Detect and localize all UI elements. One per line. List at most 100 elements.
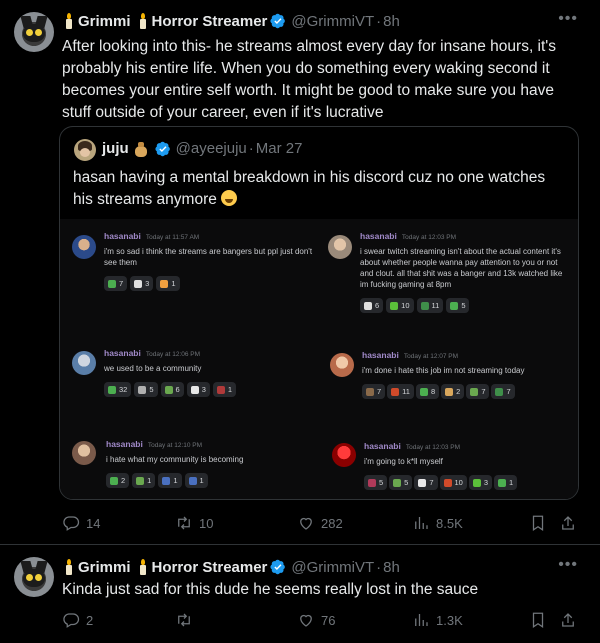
message-text: we used to be a community xyxy=(104,364,202,373)
timestamp: Today at 12:07 PM xyxy=(403,353,459,360)
reaction: 11 xyxy=(416,298,444,313)
quote-avatar[interactable] xyxy=(74,139,96,161)
reaction: 11 xyxy=(387,384,414,399)
more-icon[interactable]: ••• xyxy=(558,10,578,28)
display-name-suffix[interactable]: Horror Streamer xyxy=(152,13,268,30)
message-text: i'm done i hate this job im not streamin… xyxy=(362,366,525,375)
handle[interactable]: @GrimmiVT xyxy=(291,13,374,30)
avatar[interactable] xyxy=(14,557,54,597)
reaction: 2 xyxy=(106,473,130,488)
views-button[interactable]: 1.3K xyxy=(412,611,463,629)
retweet-count: 10 xyxy=(199,515,214,531)
share-icon xyxy=(562,613,574,627)
discord-message: hasanabi Today at 12:03 PM i swear twitch… xyxy=(360,231,572,313)
more-icon[interactable]: ••• xyxy=(558,556,578,574)
timestamp[interactable]: 8h xyxy=(383,13,400,30)
discord-message: hasanabi Today at 11:57 AM i'm so sad i t… xyxy=(104,231,319,291)
separator: · xyxy=(376,12,382,30)
view-count: 8.5K xyxy=(436,515,463,531)
reaction: 2 xyxy=(441,384,465,399)
avatar[interactable] xyxy=(14,12,54,52)
like-count: 76 xyxy=(321,612,336,628)
quote-handle[interactable]: @ayeejuju xyxy=(176,140,247,157)
username: hasanabi xyxy=(360,231,397,241)
quote-timestamp[interactable]: Mar 27 xyxy=(256,140,303,157)
avatar xyxy=(328,235,352,259)
reaction: 3 xyxy=(186,382,210,397)
username: hasanabi xyxy=(104,231,141,241)
candle-icon xyxy=(138,559,148,575)
candle-icon xyxy=(64,13,74,29)
timestamp: Today at 12:03 PM xyxy=(405,444,461,451)
reaction: 8 xyxy=(415,384,440,399)
reply-button[interactable]: 2 xyxy=(62,611,93,629)
reactions: 6 10 11 5 xyxy=(360,298,572,313)
reaction: 6 xyxy=(360,298,384,313)
quote-header: juju @ayeejuju · Mar 27 xyxy=(102,140,302,157)
message-text: i swear twitch streaming isn't about the… xyxy=(360,247,563,289)
like-button[interactable]: 76 xyxy=(297,611,335,629)
display-name[interactable]: Grimmi xyxy=(78,13,131,30)
verified-icon xyxy=(155,141,170,156)
retweet-button[interactable]: 10 xyxy=(175,514,213,532)
message-text: i hate what my community is becoming xyxy=(106,455,244,464)
reactions: 7 11 8 2 7 7 xyxy=(362,384,574,399)
bookmark-button[interactable] xyxy=(529,514,547,532)
discord-message: hasanabi Today at 12:06 PM we used to be … xyxy=(104,348,319,397)
timestamp: Today at 12:10 PM xyxy=(147,442,203,449)
quote-text: hasan having a mental breakdown in his d… xyxy=(73,167,568,211)
timestamp: Today at 11:57 AM xyxy=(145,234,200,241)
bookmark-icon xyxy=(532,515,544,531)
verified-icon xyxy=(270,559,286,575)
tweet-1[interactable]: Grimmi Horror Streamer @GrimmiVT · 8h ••… xyxy=(0,0,600,545)
reaction: 3 xyxy=(130,276,154,291)
reaction: 7 xyxy=(104,276,128,291)
reaction: 1 xyxy=(132,473,156,488)
tweet-2[interactable]: Grimmi Horror Streamer @GrimmiVT · 8h ••… xyxy=(0,545,600,643)
handle[interactable]: @GrimmiVT xyxy=(291,559,374,576)
avatar xyxy=(330,353,354,377)
retweet-button[interactable] xyxy=(175,611,199,629)
reaction: 1 xyxy=(156,276,180,291)
discord-screenshot[interactable]: hasanabi Today at 11:57 AM i'm so sad i t… xyxy=(60,219,578,499)
money-bag-icon xyxy=(133,141,149,157)
verified-icon xyxy=(270,13,286,29)
avatar xyxy=(72,441,96,465)
bookmark-button[interactable] xyxy=(529,611,547,629)
candle-icon xyxy=(138,13,148,29)
reaction: 1 xyxy=(158,473,182,488)
retweet-icon xyxy=(178,613,190,627)
like-icon xyxy=(300,614,312,627)
like-button[interactable]: 282 xyxy=(297,514,343,532)
quoted-tweet[interactable]: juju @ayeejuju · Mar 27 hasan having a m… xyxy=(59,126,579,500)
share-button[interactable] xyxy=(559,611,577,629)
views-button[interactable]: 8.5K xyxy=(412,514,463,532)
reply-icon xyxy=(63,613,80,628)
username: hasanabi xyxy=(104,348,141,358)
discord-message: hasanabi Today at 12:10 PM i hate what my… xyxy=(106,439,318,488)
reply-count: 2 xyxy=(86,612,94,628)
reply-button[interactable]: 14 xyxy=(62,514,100,532)
reaction: 5 xyxy=(364,475,388,490)
reactions: 2 1 1 1 xyxy=(106,473,318,488)
reaction: 6 xyxy=(160,382,184,397)
share-button[interactable] xyxy=(559,514,577,532)
like-icon xyxy=(300,517,312,530)
username: hasanabi xyxy=(362,350,399,360)
reply-icon xyxy=(63,516,80,531)
reaction: 7 xyxy=(491,384,515,399)
view-count: 1.3K xyxy=(436,612,463,628)
avatar xyxy=(72,235,96,259)
reaction: 7 xyxy=(414,475,438,490)
reaction: 5 xyxy=(389,475,413,490)
display-name[interactable]: Grimmi xyxy=(78,559,131,576)
views-icon xyxy=(415,614,428,626)
reaction: 5 xyxy=(446,298,470,313)
tweet-header: Grimmi Horror Streamer @GrimmiVT · 8h xyxy=(64,11,400,31)
quote-display-name[interactable]: juju xyxy=(102,140,129,157)
avatar xyxy=(72,351,96,375)
tweet-actions: 2 76 1.3K xyxy=(62,611,587,631)
display-name-suffix[interactable]: Horror Streamer xyxy=(152,559,268,576)
timestamp[interactable]: 8h xyxy=(383,559,400,576)
separator: · xyxy=(376,558,382,576)
